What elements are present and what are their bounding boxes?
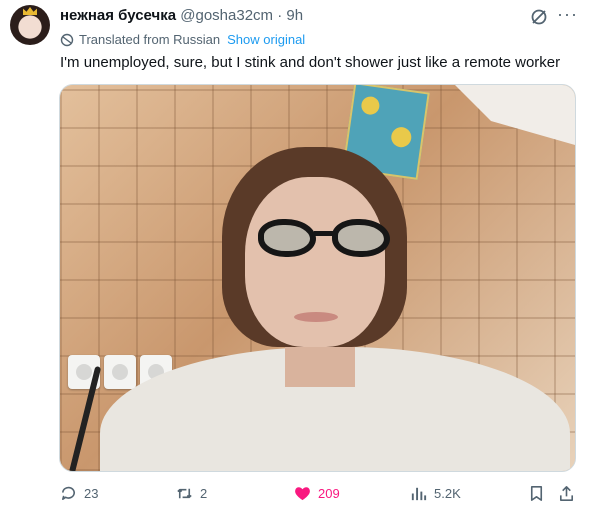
retweet-icon — [177, 488, 192, 498]
translated-label: Translated from Russian — [79, 32, 221, 47]
share-icon — [559, 485, 574, 501]
translation-notice: Translated from Russian Show original — [60, 32, 305, 48]
separator: · — [277, 7, 283, 24]
glasses — [258, 219, 396, 261]
views-button[interactable]: 5.2K — [409, 482, 461, 504]
more-icon[interactable]: ··· — [557, 4, 578, 25]
tweet-photo[interactable] — [59, 84, 576, 472]
show-original-link[interactable]: Show original — [227, 32, 305, 48]
reply-count: 23 — [84, 485, 99, 501]
user-handle[interactable]: @gosha32cm — [180, 7, 273, 24]
views-icon — [411, 487, 427, 500]
reply-button[interactable]: 23 — [59, 482, 98, 504]
timestamp[interactable]: 9h — [286, 7, 303, 24]
like-count: 209 — [318, 485, 340, 501]
heart-icon — [295, 486, 310, 500]
tweet-text: I'm unemployed, sure, but I stink and do… — [60, 54, 561, 71]
retweet-button[interactable]: 2 — [175, 482, 207, 504]
retweet-count: 2 — [200, 485, 208, 501]
views-count: 5.2K — [434, 485, 461, 501]
globe-icon — [60, 33, 74, 47]
tweet-header: нежная бусечка @gosha32cm · 9h — [60, 7, 303, 25]
like-button[interactable]: 209 — [293, 482, 340, 504]
crown-icon — [23, 7, 37, 15]
avatar[interactable] — [10, 5, 50, 45]
bookmark-icon — [530, 485, 543, 501]
bookmark-button[interactable] — [527, 482, 546, 504]
grok-icon[interactable] — [530, 8, 548, 26]
share-button[interactable] — [557, 482, 576, 504]
reply-icon — [61, 486, 75, 500]
display-name[interactable]: нежная бусечка — [60, 7, 176, 24]
action-bar: 23 2 209 5.2K — [0, 482, 591, 504]
person — [100, 147, 570, 471]
